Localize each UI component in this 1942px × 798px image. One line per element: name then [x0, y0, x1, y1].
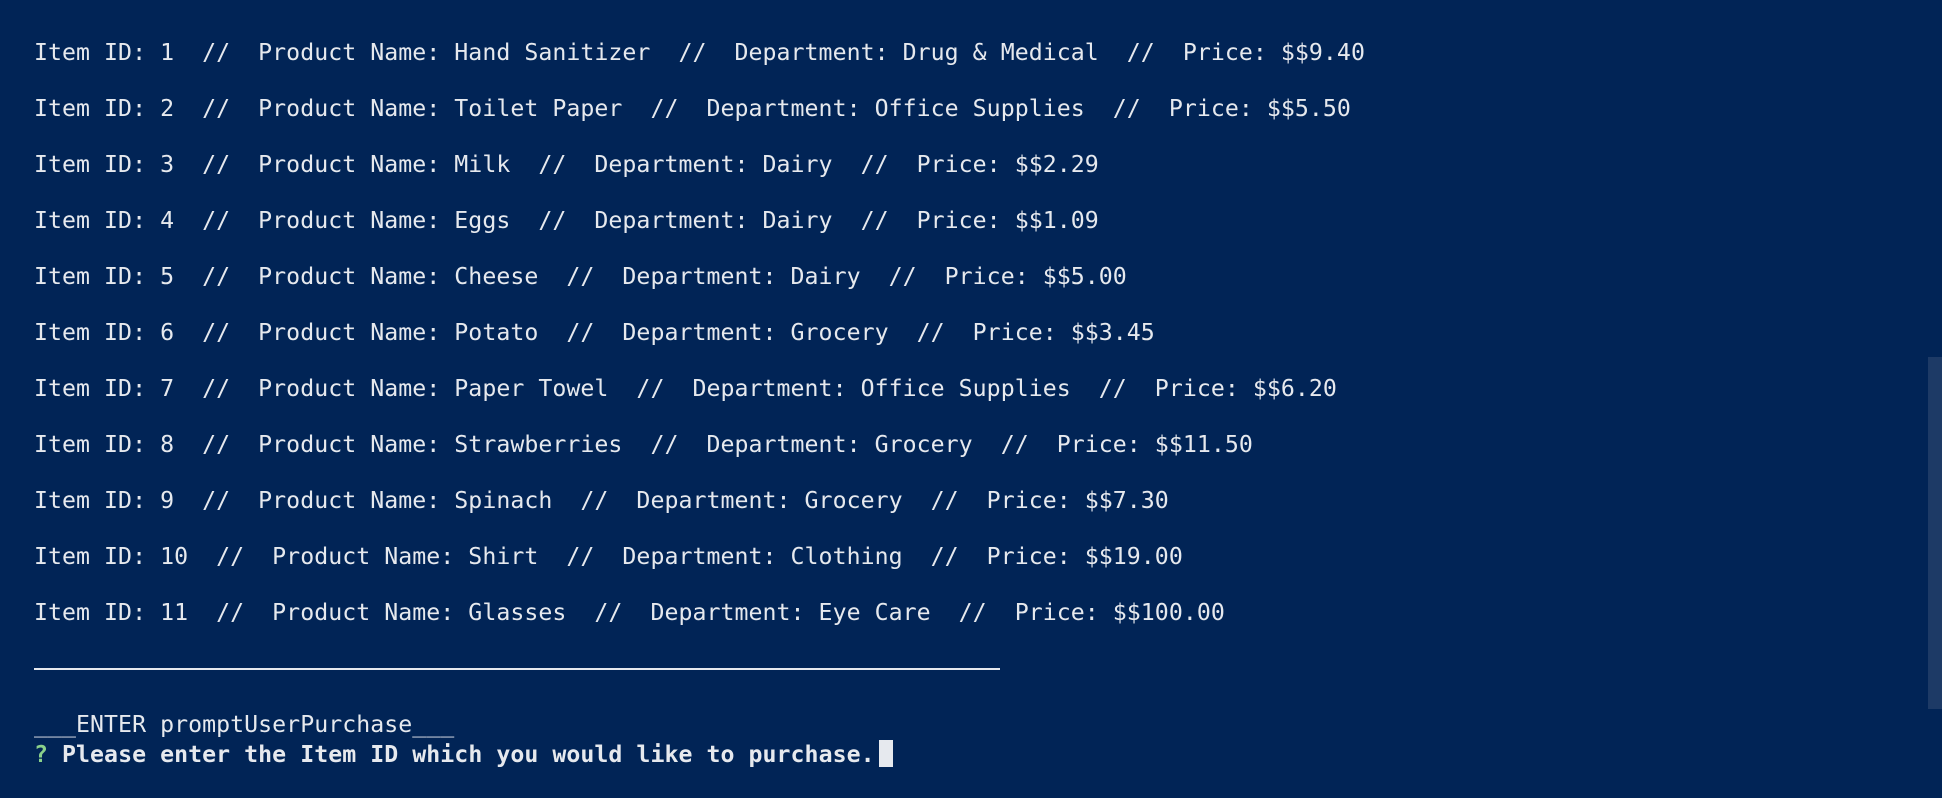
purchase-prompt[interactable]: ? Please enter the Item ID which you wou…: [34, 740, 893, 769]
item-line: Item ID: 6 // Product Name: Potato // De…: [34, 319, 1155, 346]
prompt-text: Please enter the Item ID which you would…: [48, 741, 875, 768]
item-line: Item ID: 5 // Product Name: Cheese // De…: [34, 263, 1127, 290]
item-line: Item ID: 3 // Product Name: Milk // Depa…: [34, 151, 1099, 178]
divider-line: [34, 668, 1000, 670]
item-line: Item ID: 1 // Product Name: Hand Sanitiz…: [34, 39, 1365, 66]
separator-dots: ···················: [34, 0, 300, 10]
item-line: Item ID: 9 // Product Name: Spinach // D…: [34, 487, 1169, 514]
function-entry-label: ___ENTER promptUserPurchase___: [34, 711, 455, 738]
text-cursor[interactable]: [878, 740, 893, 767]
item-line: Item ID: 11 // Product Name: Glasses // …: [34, 599, 1225, 626]
scrollbar-thumb[interactable]: [1928, 357, 1942, 709]
item-line: Item ID: 8 // Product Name: Strawberries…: [34, 431, 1253, 458]
item-line: Item ID: 2 // Product Name: Toilet Paper…: [34, 95, 1351, 122]
item-line: Item ID: 7 // Product Name: Paper Towel …: [34, 375, 1337, 402]
item-line: Item ID: 10 // Product Name: Shirt // De…: [34, 543, 1183, 570]
item-line: Item ID: 4 // Product Name: Eggs // Depa…: [34, 207, 1099, 234]
question-mark-icon: ?: [34, 741, 49, 768]
terminal-window[interactable]: ··················· Item ID: 1 // Produc…: [0, 0, 1942, 798]
